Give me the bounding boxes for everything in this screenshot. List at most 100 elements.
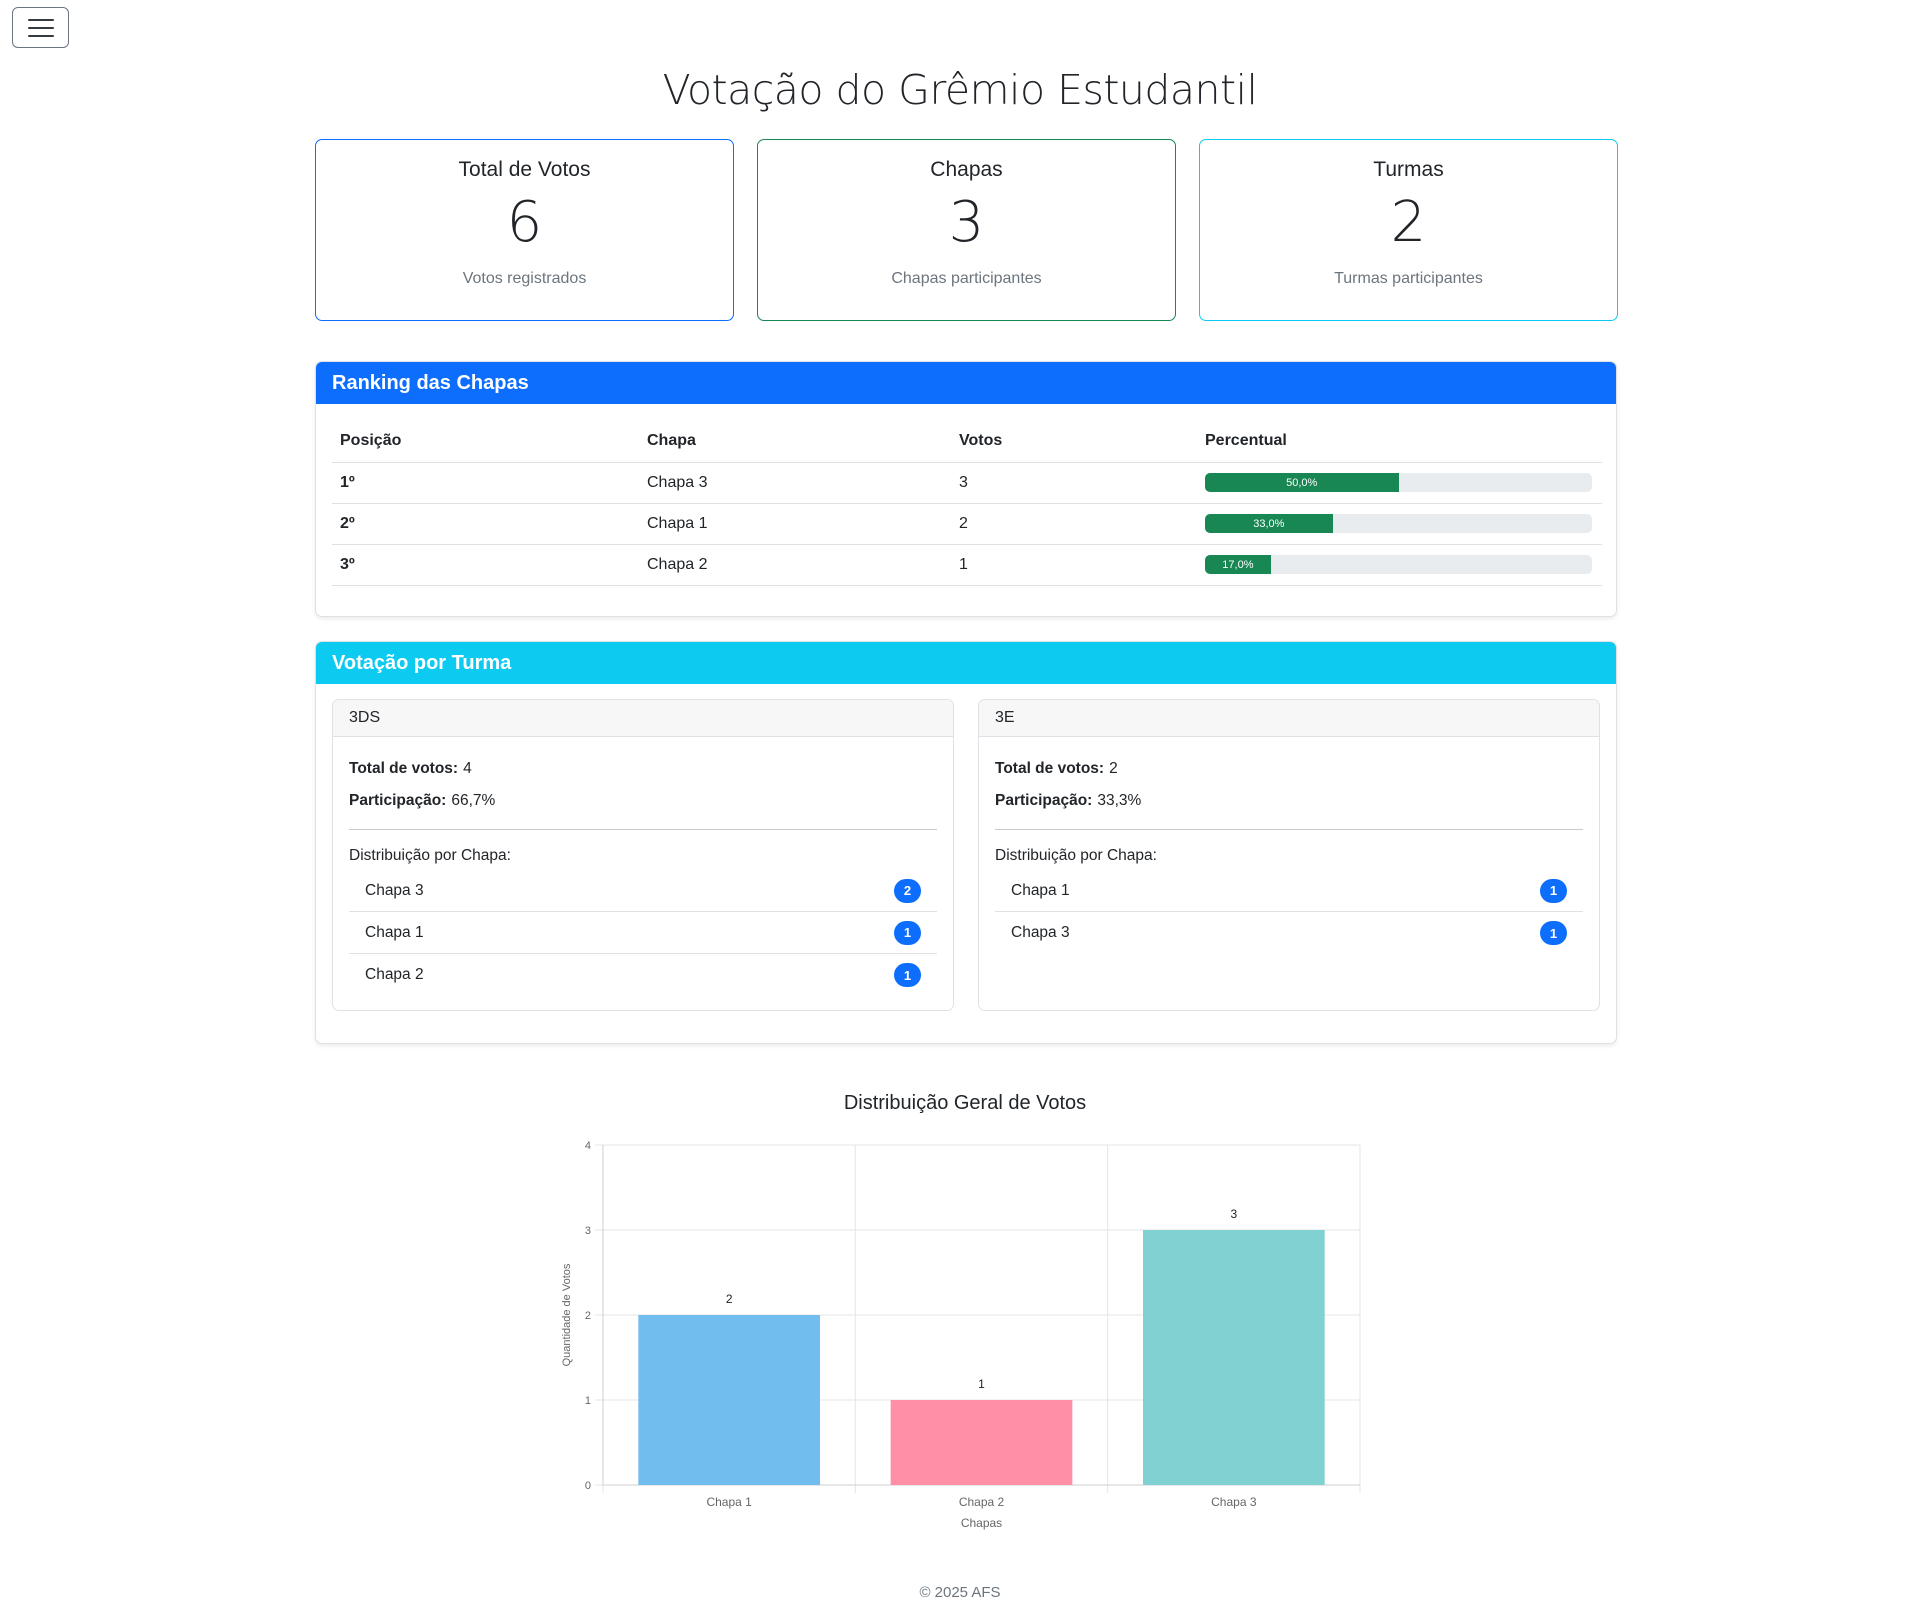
list-item: Chapa 3 1 bbox=[995, 912, 1583, 954]
percent-cell: 50,0% bbox=[1197, 462, 1602, 504]
position-cell: 1º bbox=[332, 462, 639, 504]
turma-participation: Participação: 66,7% bbox=[349, 785, 937, 817]
turma-card-3e: 3E Total de votos: 2 Participação: 33,3%… bbox=[978, 699, 1600, 1011]
votos-cell: 2 bbox=[951, 503, 1197, 545]
x-tick-label: Chapa 1 bbox=[706, 1495, 752, 1509]
y-tick-label: 1 bbox=[585, 1395, 591, 1407]
table-row: 2º Chapa 1 2 33,0% bbox=[332, 503, 1602, 545]
x-tick-label: Chapa 2 bbox=[959, 1495, 1005, 1509]
stat-value: 3 bbox=[948, 190, 985, 255]
turma-total: Total de votos: 2 bbox=[995, 753, 1583, 785]
count-badge: 1 bbox=[894, 920, 921, 945]
stat-subtitle: Turmas participantes bbox=[1334, 269, 1483, 287]
column-header: Chapa bbox=[639, 420, 951, 463]
chapa-name: Chapa 3 bbox=[365, 881, 424, 899]
bar bbox=[1142, 1230, 1325, 1485]
chapa-name: Chapa 3 bbox=[1011, 924, 1070, 941]
votos-cell: 3 bbox=[951, 462, 1197, 504]
participation-label: Participação: bbox=[349, 792, 447, 809]
list-item: Chapa 1 1 bbox=[349, 912, 937, 954]
divider bbox=[995, 829, 1583, 830]
table-row: 3º Chapa 2 1 17,0% bbox=[332, 544, 1602, 586]
participation-label: Participação: bbox=[995, 792, 1093, 809]
stat-subtitle: Votos registrados bbox=[462, 269, 587, 287]
stat-title: Turmas bbox=[1373, 158, 1444, 181]
stat-card-total-votos: Total de Votos 6 Votos registrados bbox=[315, 139, 734, 321]
table-header-row: Posição Chapa Votos Percentual bbox=[332, 420, 1602, 463]
data-label: 2 bbox=[726, 1292, 733, 1306]
turma-participation: Participação: 33,3% bbox=[995, 785, 1583, 817]
chapa-name: Chapa 2 bbox=[365, 966, 424, 983]
progress-bar: 50,0% bbox=[1205, 473, 1399, 492]
progress-bar: 17,0% bbox=[1205, 555, 1271, 574]
total-label: Total de votos: bbox=[995, 760, 1105, 777]
chapa-cell: Chapa 2 bbox=[639, 544, 951, 586]
y-tick-label: 3 bbox=[585, 1225, 591, 1237]
chart-title: Distribuição Geral de Votos bbox=[844, 1092, 1086, 1114]
distribution-list: Chapa 1 1 Chapa 3 1 bbox=[995, 870, 1583, 954]
turma-name: 3E bbox=[979, 700, 1599, 737]
position-cell: 2º bbox=[332, 503, 639, 545]
turmas-header: Votação por Turma bbox=[316, 642, 1616, 684]
bar-chart-svg: Distribuição Geral de Votos 0 1 2 3 4 2 Chapa 1… bbox=[561, 1092, 1361, 1530]
ranking-table: Posição Chapa Votos Percentual 1º Chapa … bbox=[332, 420, 1602, 586]
turma-total: Total de votos: 4 bbox=[349, 753, 937, 785]
distribution-list: Chapa 3 2 Chapa 1 1 Chapa 2 1 bbox=[349, 870, 937, 996]
page-title: Votação do Grêmio Estudantil bbox=[662, 66, 1258, 114]
count-badge: 1 bbox=[894, 963, 921, 987]
turma-card-3ds: 3DS Total de votos: 4 Participação: 66,7… bbox=[332, 699, 954, 1011]
distribution-title: Distribuição por Chapa: bbox=[349, 847, 511, 864]
turmas-panel: Votação por Turma 3DS Total de votos: 4 … bbox=[315, 641, 1617, 1044]
y-axis-title: Quantidade de Votos bbox=[561, 1263, 573, 1366]
y-tick-label: 2 bbox=[585, 1310, 591, 1322]
stat-title: Chapas bbox=[930, 158, 1003, 181]
hamburger-icon bbox=[27, 18, 54, 21]
progress-bar-track: 33,0% bbox=[1205, 514, 1592, 533]
column-header: Votos bbox=[951, 420, 1197, 463]
x-axis-title: Chapas bbox=[961, 1516, 1002, 1530]
data-label: 1 bbox=[978, 1377, 985, 1391]
chapa-cell: Chapa 3 bbox=[639, 462, 951, 504]
participation-value: 66,7% bbox=[451, 792, 496, 809]
stat-title: Total de Votos bbox=[458, 158, 591, 181]
total-value: 2 bbox=[1109, 760, 1118, 777]
votos-cell: 1 bbox=[951, 544, 1197, 586]
distribution-title: Distribuição por Chapa: bbox=[995, 847, 1157, 864]
votes-chart: Distribuição Geral de Votos 0 1 2 3 4 2 Chapa 1… bbox=[550, 1085, 1380, 1565]
count-badge: 2 bbox=[894, 878, 921, 903]
stat-card-turmas: Turmas 2 Turmas participantes bbox=[1199, 139, 1618, 321]
percent-cell: 17,0% bbox=[1197, 544, 1602, 586]
chapa-cell: Chapa 1 bbox=[639, 503, 951, 545]
total-value: 4 bbox=[463, 760, 472, 777]
chapa-name: Chapa 1 bbox=[365, 923, 424, 941]
menu-toggle-button[interactable] bbox=[12, 7, 69, 48]
footer-copyright: © 2025 AFS bbox=[919, 1584, 1001, 1601]
data-label: 3 bbox=[1230, 1207, 1237, 1221]
chapa-name: Chapa 1 bbox=[1011, 881, 1070, 899]
list-item: Chapa 1 1 bbox=[995, 870, 1583, 912]
list-item: Chapa 2 1 bbox=[349, 954, 937, 996]
percent-cell: 33,0% bbox=[1197, 503, 1602, 545]
position-cell: 3º bbox=[332, 544, 639, 586]
divider bbox=[349, 829, 937, 830]
stat-card-chapas: Chapas 3 Chapas participantes bbox=[757, 139, 1176, 321]
count-badge: 1 bbox=[1540, 921, 1567, 945]
participation-value: 33,3% bbox=[1097, 792, 1142, 809]
ranking-panel: Ranking das Chapas Posição Chapa Votos P… bbox=[315, 361, 1617, 617]
column-header: Percentual bbox=[1197, 420, 1602, 463]
y-tick-label: 4 bbox=[585, 1140, 591, 1152]
stat-subtitle: Chapas participantes bbox=[891, 269, 1042, 287]
stat-value: 2 bbox=[1390, 190, 1427, 255]
list-item: Chapa 3 2 bbox=[349, 870, 937, 912]
y-tick-label: 0 bbox=[585, 1480, 591, 1492]
x-tick-label: Chapa 3 bbox=[1211, 1495, 1257, 1509]
turma-name: 3DS bbox=[333, 700, 953, 737]
count-badge: 1 bbox=[1540, 878, 1567, 903]
ranking-header: Ranking das Chapas bbox=[316, 362, 1616, 404]
total-label: Total de votos: bbox=[349, 760, 459, 777]
progress-bar-track: 17,0% bbox=[1205, 555, 1592, 574]
progress-bar-track: 50,0% bbox=[1205, 473, 1592, 492]
stat-value: 6 bbox=[506, 190, 543, 255]
bar bbox=[638, 1315, 821, 1485]
bar bbox=[890, 1400, 1073, 1485]
